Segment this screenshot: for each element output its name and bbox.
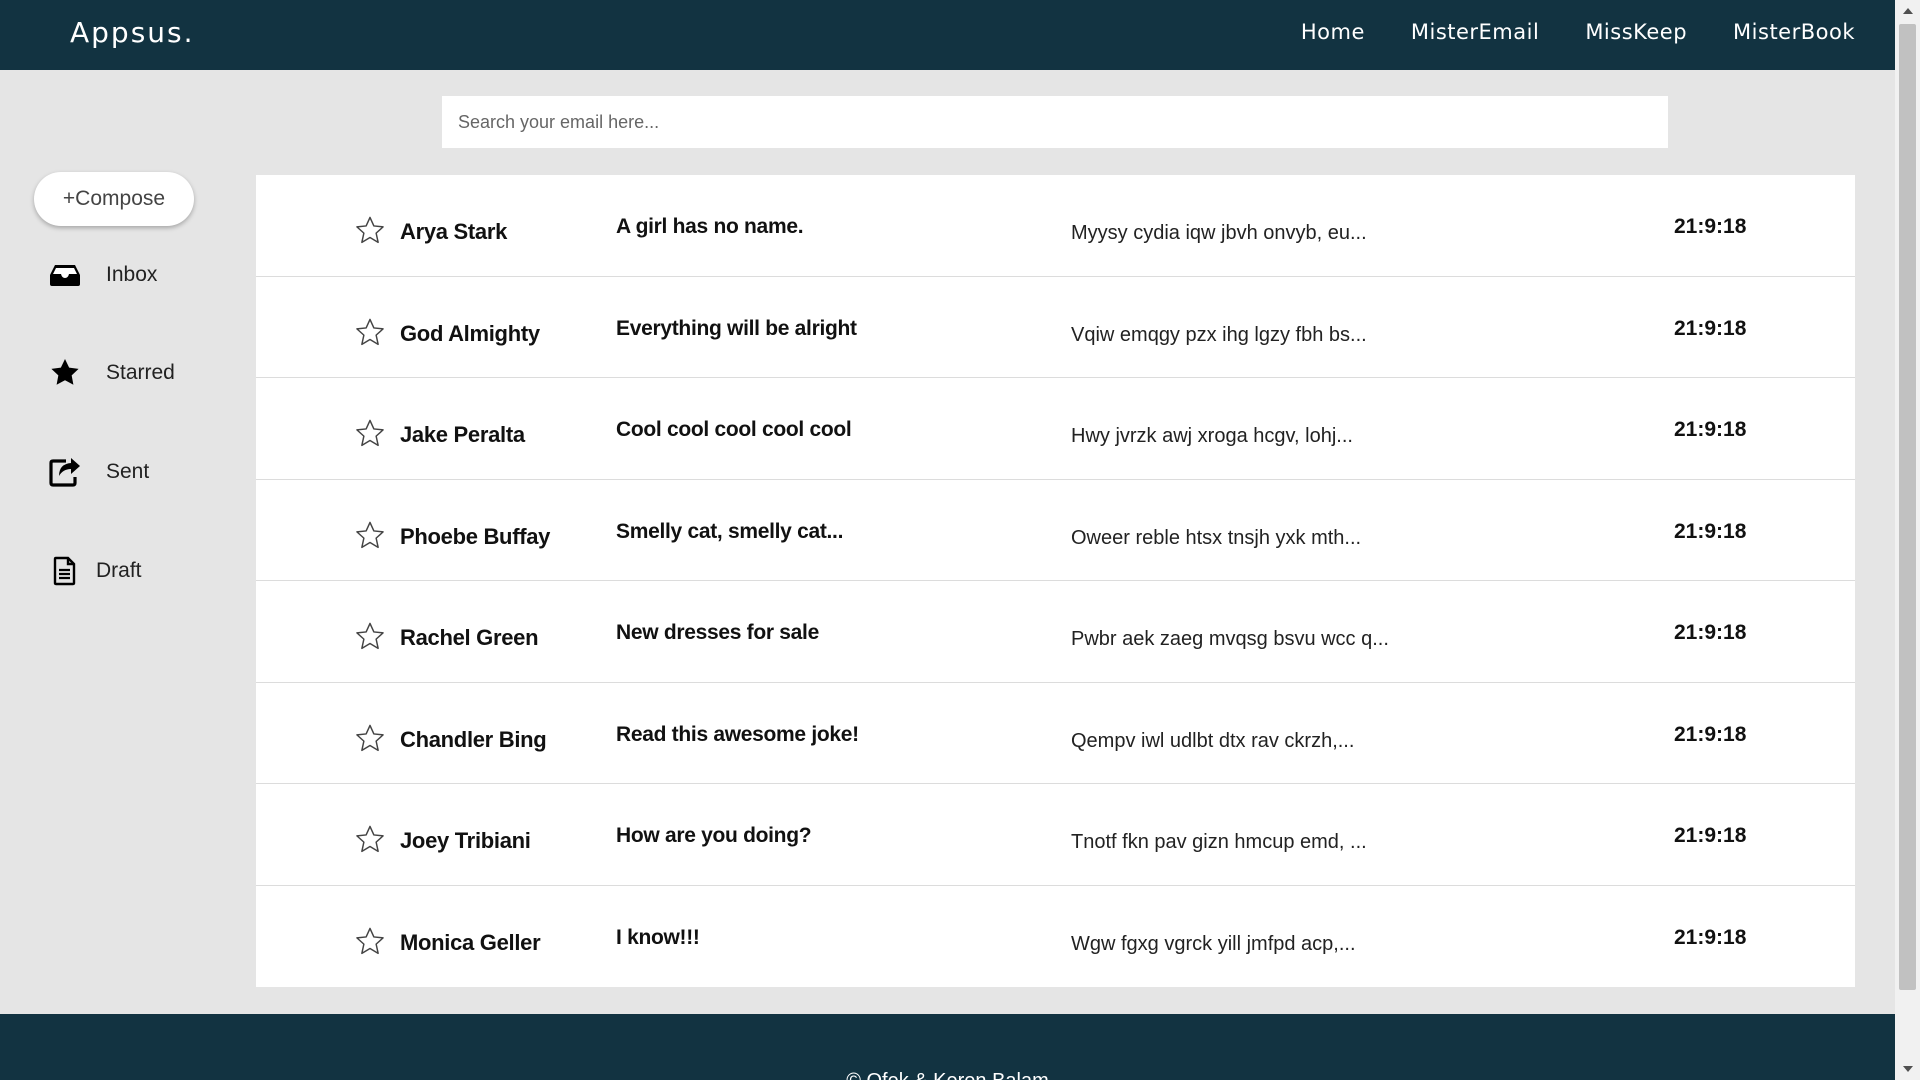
footer-credits: © Ofek & Keren Balam <box>0 1070 1895 1080</box>
sidebar-item-label: Starred <box>106 361 175 384</box>
sidebar-item-starred[interactable]: Starred <box>48 353 175 393</box>
email-row[interactable]: Joey Tribiani How are you doing? Tnotf fkn… <box>256 784 1855 886</box>
share-icon <box>48 455 82 489</box>
star-outline-icon[interactable] <box>354 926 386 958</box>
email-preview: Wgw fgxg vgrck yill jmfpd acp,... <box>1071 932 1356 955</box>
email-subject: Everything will be alright <box>616 316 857 340</box>
compose-button[interactable]: +Compose <box>34 172 194 226</box>
star-outline-icon[interactable] <box>354 418 386 450</box>
sidebar-item-inbox[interactable]: Inbox <box>48 255 157 295</box>
email-preview: Myysy cydia iqw jbvh onvyb, eu... <box>1071 222 1367 244</box>
scrollbar-thumb[interactable] <box>1899 24 1916 990</box>
email-row[interactable]: Arya Stark A girl has no name. Myysy cydia… <box>256 175 1855 277</box>
scroll-down-arrow-icon[interactable] <box>1895 1058 1920 1080</box>
main-nav: Home MisterEmail MissKeep MisterBook <box>1301 20 1855 44</box>
email-sender: Monica Geller <box>400 929 541 955</box>
email-preview: Pwbr aek zaeg mvqsg bsvu wcc q... <box>1071 628 1389 650</box>
email-sender: Rachel Green <box>400 625 539 650</box>
email-sender: God Almighty <box>400 320 540 346</box>
sidebar-item-label: Sent <box>106 460 150 483</box>
email-subject: I know!!! <box>616 925 700 949</box>
email-sender: Chandler Bing <box>400 726 547 752</box>
email-subject: A girl has no name. <box>616 215 804 238</box>
sidebar-item-label: Inbox <box>106 263 158 286</box>
email-sender: Phoebe Buffay <box>400 523 551 549</box>
email-row[interactable]: God Almighty Everything will be alright Vq… <box>256 277 1855 378</box>
inbox-icon <box>48 258 82 292</box>
star-outline-icon[interactable] <box>354 317 386 349</box>
email-preview: Vqiw emqgy pzx ihg lgzy fbh bs... <box>1071 323 1367 346</box>
star-outline-icon[interactable] <box>354 520 386 552</box>
app-logo[interactable]: Appsus. <box>70 16 195 49</box>
star-outline-icon[interactable] <box>354 723 386 755</box>
email-time: 21:9:18 <box>1674 418 1747 441</box>
star-outline-icon[interactable] <box>354 621 386 653</box>
email-sender: Arya Stark <box>400 219 508 244</box>
email-subject: How are you doing? <box>616 824 812 847</box>
nav-link-misskeep[interactable]: MissKeep <box>1585 20 1687 44</box>
star-icon <box>48 356 82 390</box>
email-subject: Smelly cat, smelly cat... <box>616 519 844 543</box>
email-sender: Joey Tribiani <box>400 828 531 853</box>
email-row[interactable]: Rachel Green New dresses for sale Pwbr aek… <box>256 581 1855 683</box>
email-time: 21:9:18 <box>1674 722 1747 746</box>
email-time: 21:9:18 <box>1674 824 1747 847</box>
email-app-page: Appsus. Home MisterEmail MissKeep Mister… <box>0 0 1895 1080</box>
email-sender: Jake Peralta <box>400 422 525 447</box>
email-row[interactable]: Jake Peralta Cool cool cool cool cool Hwy … <box>256 378 1855 480</box>
email-row[interactable]: Chandler Bing Read this awesome joke! Qemp… <box>256 683 1855 784</box>
email-subject: Cool cool cool cool cool <box>616 418 852 441</box>
search-input[interactable] <box>442 96 1668 148</box>
email-time: 21:9:18 <box>1674 316 1747 340</box>
top-navbar: Appsus. Home MisterEmail MissKeep Mister… <box>0 0 1895 70</box>
email-time: 21:9:18 <box>1674 215 1747 238</box>
email-list: Arya Stark A girl has no name. Myysy cydia… <box>256 175 1855 987</box>
star-outline-icon[interactable] <box>354 824 386 856</box>
email-time: 21:9:18 <box>1674 925 1747 949</box>
footer: © Ofek & Keren Balam <box>0 1014 1895 1080</box>
nav-link-misterbook[interactable]: MisterBook <box>1733 20 1855 44</box>
email-time: 21:9:18 <box>1674 621 1747 644</box>
email-row[interactable]: Monica Geller I know!!! Wgw fgxg vgrck yil… <box>256 886 1855 988</box>
sidebar-item-sent[interactable]: Sent <box>48 452 149 492</box>
sidebar-item-label: Draft <box>96 559 142 582</box>
email-subject: New dresses for sale <box>616 621 819 644</box>
email-preview: Qempv iwl udlbt dtx rav ckrzh,... <box>1071 729 1355 752</box>
email-subject: Read this awesome joke! <box>616 722 859 746</box>
email-preview: Oweer reble htsx tnsjh yxk mth... <box>1071 526 1362 549</box>
email-preview: Tnotf fkn pav gizn hmcup emd, ... <box>1071 831 1367 853</box>
nav-link-home[interactable]: Home <box>1301 20 1365 44</box>
star-outline-icon[interactable] <box>354 215 386 247</box>
sidebar-item-draft[interactable]: Draft <box>48 551 142 591</box>
email-row[interactable]: Phoebe Buffay Smelly cat, smelly cat... Ow… <box>256 480 1855 581</box>
email-time: 21:9:18 <box>1674 519 1747 543</box>
file-icon <box>48 554 82 588</box>
nav-link-misteremail[interactable]: MisterEmail <box>1411 20 1539 44</box>
email-preview: Hwy jvrzk awj xroga hcgv, lohj... <box>1071 425 1353 447</box>
scroll-up-arrow-icon[interactable] <box>1895 0 1920 22</box>
page-scrollbar[interactable] <box>1895 0 1920 1080</box>
